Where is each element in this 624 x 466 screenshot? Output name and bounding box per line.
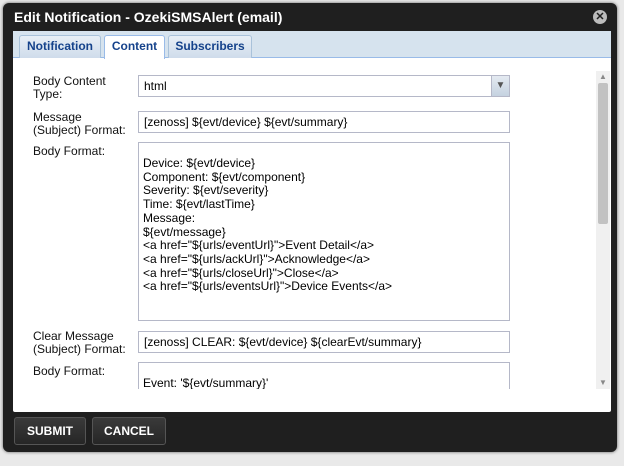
dialog-body: Notification Content Subscribers Body Co…: [13, 31, 611, 412]
cancel-button[interactable]: CANCEL: [92, 417, 166, 445]
submit-button[interactable]: SUBMIT: [14, 417, 86, 445]
scrollbar-thumb[interactable]: [598, 83, 608, 224]
tab-content[interactable]: Content: [104, 35, 165, 59]
edit-notification-dialog: Edit Notification - OzekiSMSAlert (email…: [3, 3, 617, 452]
clear-body-format-textarea[interactable]: Event: '${evt/summary}': [138, 362, 510, 389]
form-scrollbar[interactable]: ▲ ▼: [596, 71, 610, 389]
content-form: Body Content Type: html ▼ Message (Subje…: [13, 59, 611, 389]
chevron-down-icon[interactable]: ▼: [491, 76, 509, 96]
dialog-title: Edit Notification - OzekiSMSAlert (email…: [14, 9, 283, 25]
body-content-type-select[interactable]: html ▼: [138, 75, 510, 97]
close-icon[interactable]: ✕: [593, 10, 607, 24]
dialog-titlebar[interactable]: Edit Notification - OzekiSMSAlert (email…: [3, 3, 617, 31]
clear-subject-label: Clear Message (Subject) Format:: [33, 329, 126, 356]
tab-strip: Notification Content Subscribers: [13, 31, 611, 59]
body-content-type-value: html: [144, 79, 167, 93]
body-format-label: Body Format:: [33, 144, 106, 158]
message-subject-input[interactable]: [zenoss] ${evt/device} ${evt/summary}: [138, 111, 510, 133]
tab-notification[interactable]: Notification: [19, 35, 101, 58]
body-content-type-label: Body Content Type:: [33, 74, 106, 101]
scroll-up-icon[interactable]: ▲: [596, 71, 610, 83]
clear-subject-input[interactable]: [zenoss] CLEAR: ${evt/device} ${clearEvt…: [138, 331, 510, 353]
message-subject-label: Message (Subject) Format:: [33, 110, 126, 137]
body-format-textarea[interactable]: Device: ${evt/device} Component: ${evt/c…: [138, 142, 510, 321]
scroll-down-icon[interactable]: ▼: [596, 377, 610, 389]
tab-subscribers[interactable]: Subscribers: [168, 35, 252, 58]
dialog-footer: SUBMIT CANCEL: [3, 412, 617, 452]
clear-body-format-label: Body Format:: [33, 364, 106, 378]
